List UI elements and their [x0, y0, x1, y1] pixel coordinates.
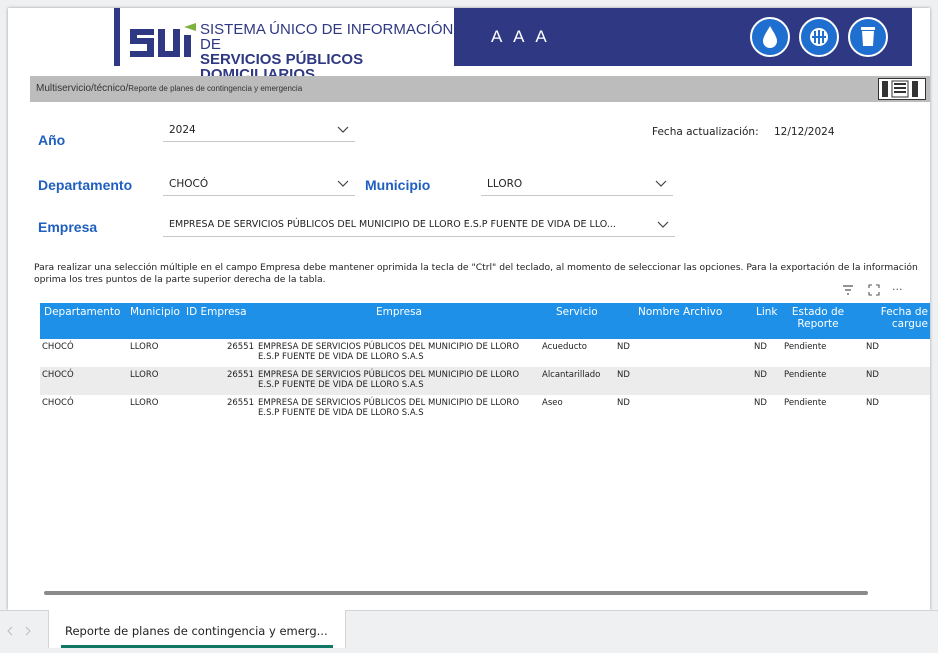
- municipio-value: LLORO: [487, 178, 523, 190]
- departamento-value: CHOCÓ: [169, 178, 209, 190]
- tab-nav-arrows-icon[interactable]: [4, 625, 34, 637]
- col-fecha[interactable]: Fecha de cargue: [876, 306, 928, 330]
- logo-line-1: SISTEMA ÚNICO DE INFORMACIÓN DE: [200, 21, 454, 53]
- tab-reporte-planes[interactable]: Reporte de planes de contingencia y emer…: [48, 610, 346, 648]
- menu-icon[interactable]: [878, 78, 926, 100]
- chevron-down-icon: [337, 180, 349, 187]
- departamento-label: Departamento: [38, 177, 133, 193]
- cell-estado: Pendiente: [784, 342, 827, 352]
- cell-archivo: ND: [617, 342, 630, 352]
- anio-label: Año: [38, 132, 66, 148]
- cell-servicio: Aseo: [542, 398, 563, 408]
- chevron-down-icon: [655, 180, 667, 187]
- cell-departamento: CHOCÓ: [42, 370, 74, 380]
- active-tab-indicator: [61, 645, 333, 648]
- col-departamento[interactable]: Departamento: [44, 306, 120, 318]
- sui-logo-text: SISTEMA ÚNICO DE INFORMACIÓN DE SERVICIO…: [200, 22, 454, 82]
- instructions-note: Para realizar una selección múltiple en …: [34, 262, 918, 285]
- chevron-down-icon: [337, 126, 349, 133]
- municipio-dropdown[interactable]: LLORO: [481, 174, 673, 196]
- col-empresa[interactable]: Empresa: [376, 306, 422, 318]
- cell-servicio: Acueducto: [542, 342, 587, 352]
- cell-archivo: ND: [617, 370, 630, 380]
- col-servicio[interactable]: Servicio: [556, 306, 598, 318]
- horizontal-scrollbar[interactable]: [44, 591, 868, 595]
- water-drop-icon[interactable]: [750, 17, 790, 57]
- table-header: Departamento Municipio ID Empresa Empres…: [40, 303, 930, 339]
- cell-link: ND: [754, 342, 767, 352]
- col-municipio[interactable]: Municipio: [130, 306, 180, 318]
- chevron-down-icon: [657, 221, 669, 228]
- empresa-dropdown[interactable]: EMPRESA DE SERVICIOS PÚBLICOS DEL MUNICI…: [163, 215, 675, 237]
- focus-mode-icon[interactable]: [868, 284, 880, 299]
- cell-empresa: EMPRESA DE SERVICIOS PÚBLICOS DEL MUNICI…: [258, 370, 520, 380]
- cell-fecha: ND: [866, 370, 879, 380]
- cell-empresa: EMPRESA DE SERVICIOS PÚBLICOS DEL MUNICI…: [258, 342, 520, 352]
- empresa-value: EMPRESA DE SERVICIOS PÚBLICOS DEL MUNICI…: [169, 219, 616, 230]
- trash-bin-icon[interactable]: [848, 17, 888, 57]
- col-nombre-archivo[interactable]: Nombre Archivo: [638, 306, 722, 318]
- cell-fecha: ND: [866, 398, 879, 408]
- empresa-label: Empresa: [38, 219, 98, 235]
- anio-dropdown[interactable]: 2024: [163, 120, 355, 142]
- table-row[interactable]: CHOCÓ LLORO 26551 EMPRESA DE SERVICIOS P…: [40, 367, 930, 395]
- cell-departamento: CHOCÓ: [42, 342, 74, 352]
- cell-estado: Pendiente: [784, 398, 827, 408]
- table-row[interactable]: CHOCÓ LLORO 26551 EMPRESA DE SERVICIOS P…: [40, 395, 930, 423]
- cell-departamento: CHOCÓ: [42, 398, 74, 408]
- breadcrumb: Multiservicio/técnico/Reporte de planes …: [36, 83, 302, 94]
- col-estado[interactable]: Estado de Reporte: [790, 306, 846, 330]
- breadcrumb-bar: Multiservicio/técnico/Reporte de planes …: [30, 76, 930, 102]
- col-link[interactable]: Link: [756, 306, 778, 318]
- cell-municipio: LLORO: [130, 370, 159, 380]
- table-row[interactable]: CHOCÓ LLORO 26551 EMPRESA DE SERVICIOS P…: [40, 339, 930, 367]
- breadcrumb-current: Reporte de planes de contingencia y emer…: [128, 84, 303, 93]
- cell-estado: Pendiente: [784, 370, 827, 380]
- cell-empresa-line2: E.S.P FUENTE DE VIDA DE LLORO S.A.S: [258, 408, 424, 418]
- cell-id: 26551: [226, 398, 254, 408]
- tab-label: Reporte de planes de contingencia y emer…: [65, 624, 328, 638]
- col-id-empresa[interactable]: ID Empresa: [186, 306, 247, 318]
- update-label: Fecha actualización:: [652, 126, 759, 138]
- cell-municipio: LLORO: [130, 342, 159, 352]
- report-canvas: SISTEMA ÚNICO DE INFORMACIÓN DE SERVICIO…: [8, 8, 930, 610]
- more-options-icon[interactable]: ...: [892, 280, 903, 293]
- cell-municipio: LLORO: [130, 398, 159, 408]
- municipio-label: Municipio: [365, 177, 431, 193]
- sui-logo-icon: [130, 23, 196, 57]
- cell-id: 26551: [226, 370, 254, 380]
- filter-icon[interactable]: [842, 284, 854, 299]
- breadcrumb-path[interactable]: Multiservicio/técnico/: [36, 83, 128, 94]
- header-banner: SISTEMA ÚNICO DE INFORMACIÓN DE SERVICIO…: [114, 8, 912, 82]
- sui-logo-panel: SISTEMA ÚNICO DE INFORMACIÓN DE SERVICIO…: [114, 8, 454, 82]
- aaa-label: A A A: [491, 27, 551, 46]
- logo-accent-bar: [114, 8, 120, 66]
- cell-empresa-line2: E.S.P FUENTE DE VIDA DE LLORO S.A.S: [258, 380, 424, 390]
- cell-servicio: Alcantarillado: [542, 370, 601, 380]
- update-date: 12/12/2024: [774, 126, 835, 138]
- cell-empresa-line2: E.S.P FUENTE DE VIDA DE LLORO S.A.S: [258, 352, 424, 362]
- cell-fecha: ND: [866, 342, 879, 352]
- cell-empresa: EMPRESA DE SERVICIOS PÚBLICOS DEL MUNICI…: [258, 398, 520, 408]
- departamento-dropdown[interactable]: CHOCÓ: [163, 174, 355, 196]
- cell-link: ND: [754, 398, 767, 408]
- anio-value: 2024: [169, 124, 196, 136]
- cell-id: 26551: [226, 342, 254, 352]
- cell-archivo: ND: [617, 398, 630, 408]
- cell-link: ND: [754, 370, 767, 380]
- recycle-sewer-icon[interactable]: [799, 17, 839, 57]
